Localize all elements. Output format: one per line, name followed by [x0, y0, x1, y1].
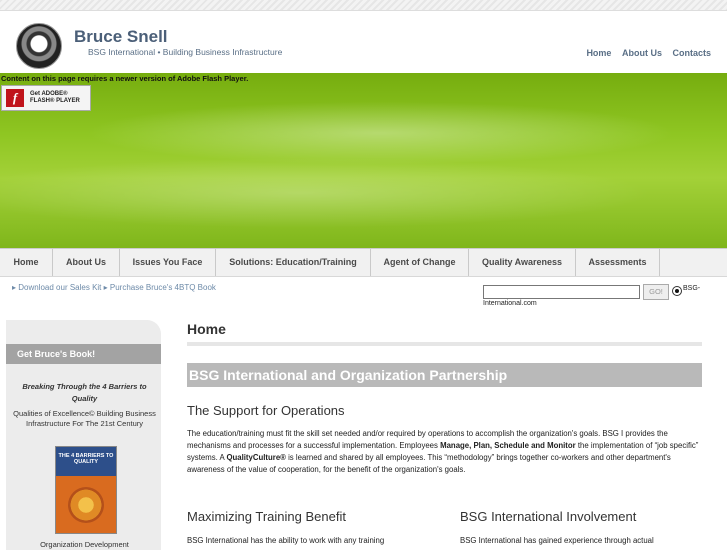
top-nav-about-us[interactable]: About Us [622, 48, 662, 58]
col1-heading: Maximizing Training Benefit [187, 509, 346, 524]
section-title-bar: BSG International and Organization Partn… [187, 363, 702, 387]
subheading: The Support for Operations [187, 403, 345, 418]
flash-badge-line1: Get ADOBE® [30, 91, 68, 97]
flash-badge-line2: FLASH® PLAYER [30, 98, 80, 104]
top-nav: Home About Us Contacts [578, 48, 711, 58]
intro-paragraph: The education/training must fit the skil… [187, 428, 702, 476]
nav-home[interactable]: Home [0, 249, 53, 276]
nav-quality-awareness[interactable]: Quality Awareness [469, 249, 576, 276]
purchase-book-link[interactable]: Purchase Bruce's 4BTQ Book [110, 283, 216, 292]
get-flash-player-button[interactable]: f Get ADOBE® FLASH® PLAYER [1, 85, 91, 111]
site-title: Bruce Snell [74, 27, 168, 46]
flash-required-message: Content on this page requires a newer ve… [1, 74, 249, 83]
globe-logo-icon[interactable] [16, 23, 62, 69]
radio-label-continued: International.com [483, 300, 537, 307]
flash-logo-icon: f [6, 89, 24, 107]
title-divider [187, 342, 702, 346]
main-nav: Home About Us Issues You Face Solutions:… [0, 248, 727, 277]
sub-nav: ▸ Download our Sales Kit ▸ Purchase Bruc… [12, 283, 216, 292]
col2-heading: BSG International Involvement [460, 509, 637, 524]
nav-agent-of-change[interactable]: Agent of Change [371, 249, 469, 276]
book-cover-image[interactable]: THE 4 BARRIERS TO QUALITY [55, 446, 117, 534]
site-header: Bruce Snell BSG International • Building… [0, 10, 727, 74]
site-tagline: BSG International • Building Business In… [88, 47, 283, 57]
nav-about-us[interactable]: About Us [53, 249, 120, 276]
site-search-radio[interactable] [672, 286, 682, 296]
col1-text: BSG International has the ability to wor… [187, 536, 385, 545]
book-cover-title: THE 4 BARRIERS TO QUALITY [58, 453, 114, 465]
radio-label: BSG- [683, 285, 701, 292]
flash-badge-text: Get ADOBE® FLASH® PLAYER [30, 91, 80, 105]
paragraph-bold-text: QualityCulture® [226, 453, 286, 462]
go-button[interactable]: GO! [643, 284, 669, 300]
green-flash-banner [0, 73, 727, 248]
top-nav-contacts[interactable]: Contacts [672, 48, 711, 58]
search-input[interactable] [483, 285, 640, 299]
book-title: Breaking Through the 4 Barriers to Quali… [22, 382, 147, 403]
top-decorative-strip [0, 0, 727, 10]
book-subtitle: Qualities of Excellence© Building Busine… [13, 409, 156, 428]
page-title: Home [187, 321, 226, 337]
col2-text: BSG International has gained experience … [460, 536, 654, 545]
download-sales-kit-link[interactable]: Download our Sales Kit [18, 283, 101, 292]
nav-issues-you-face[interactable]: Issues You Face [120, 249, 216, 276]
nav-solutions[interactable]: Solutions: Education/Training [216, 249, 371, 276]
top-nav-home[interactable]: Home [586, 48, 611, 58]
book-cover-graphic [68, 487, 104, 523]
sidebar-heading: Get Bruce's Book! [6, 344, 161, 364]
paragraph-bold-text: Manage, Plan, Schedule and Monitor [440, 441, 576, 450]
nav-assessments[interactable]: Assessments [576, 249, 660, 276]
